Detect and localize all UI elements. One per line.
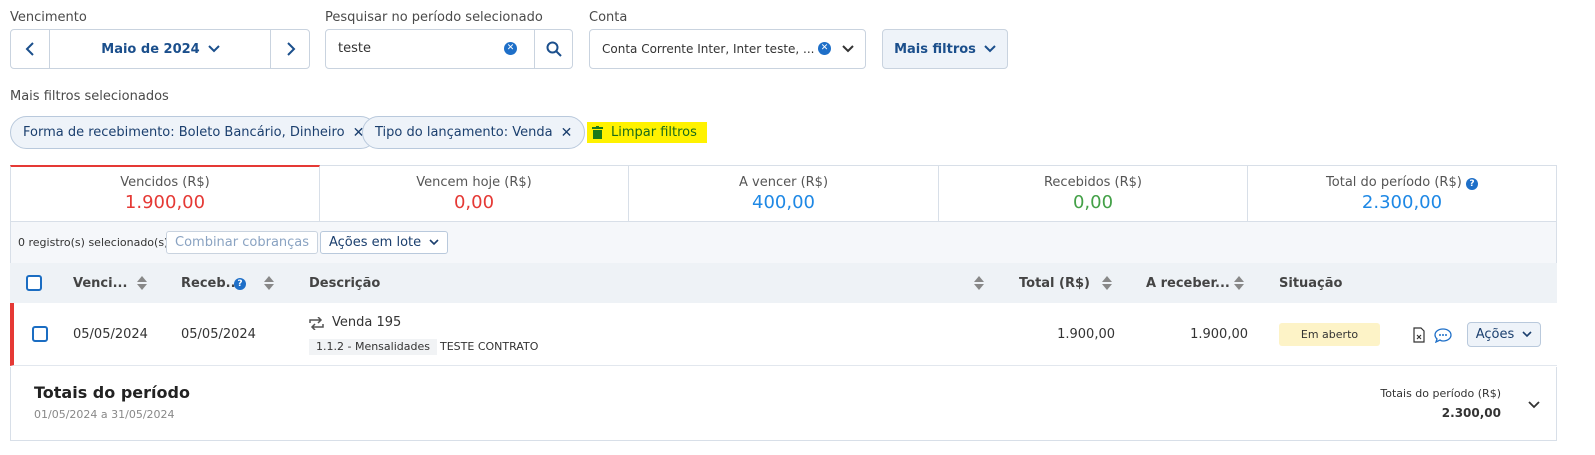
chevron-down-icon — [429, 239, 439, 246]
row-total: 1.900,00 — [1057, 327, 1115, 342]
category-tag: 1.1.2 - Mensalidades — [309, 339, 437, 355]
sort-icon[interactable] — [137, 276, 147, 290]
mais-filtros-button[interactable]: Mais filtros — [882, 29, 1008, 69]
clear-filters-button[interactable]: Limpar filtros — [587, 122, 707, 143]
summary-card-total[interactable]: Total do período (R$) ? 2.300,00 — [1248, 165, 1557, 222]
month-value: Maio de 2024 — [101, 41, 200, 57]
header-situacao: Situação — [1279, 276, 1343, 291]
conta-value: Conta Corrente Inter, Inter teste, ... — [602, 42, 814, 56]
search-input[interactable]: teste — [338, 41, 371, 56]
sort-icon[interactable] — [974, 276, 984, 290]
chevron-down-icon — [1522, 331, 1532, 338]
card-value: 400,00 — [752, 191, 815, 213]
card-value: 0,00 — [1072, 191, 1114, 213]
month-dropdown[interactable]: Maio de 2024 — [51, 30, 270, 68]
totals-panel — [10, 367, 1557, 441]
totals-title: Totais do período — [34, 383, 190, 402]
filter-chip-forma[interactable]: Forma de recebimento: Boleto Bancário, D… — [10, 116, 378, 149]
mais-filtros-label: Mais filtros — [894, 41, 976, 57]
search-button[interactable] — [534, 30, 573, 68]
chevron-down-icon — [842, 45, 854, 53]
chevron-down-icon — [984, 45, 996, 53]
header-vencimento[interactable]: Venci... — [73, 276, 127, 291]
row-a-receber: 1.900,00 — [1190, 327, 1248, 342]
card-title: Recebidos (R$) — [1043, 174, 1142, 190]
search-icon — [546, 41, 562, 57]
batch-label: Ações em lote — [329, 235, 422, 250]
sort-icon[interactable] — [264, 276, 274, 290]
actions-label: Ações — [1475, 327, 1515, 342]
chat-icon[interactable] — [1434, 327, 1452, 343]
combine-button[interactable]: Combinar cobranças — [166, 231, 319, 254]
header-recebimento[interactable]: Receb... — [181, 276, 240, 291]
summary-card-vencem-hoje[interactable]: Vencem hoje (R$) 0,00 — [320, 165, 629, 222]
sort-icon[interactable] — [1234, 276, 1244, 290]
month-selector: Maio de 2024 — [10, 29, 310, 69]
card-value: 0,00 — [453, 191, 495, 213]
selected-count: 0 registro(s) selecionado(s) — [18, 236, 169, 249]
selected-filters-title: Mais filtros selecionados — [10, 89, 169, 104]
card-value: 1.900,00 — [124, 192, 206, 213]
recurring-icon — [309, 317, 324, 330]
next-month-button[interactable] — [270, 30, 310, 68]
sort-icon[interactable] — [1102, 276, 1112, 290]
summary-card-recebidos[interactable]: Recebidos (R$) 0,00 — [939, 165, 1248, 222]
contract-label: TESTE CONTRATO — [440, 340, 539, 353]
card-title: Total do período (R$) ? — [1326, 175, 1478, 190]
header-a-receber[interactable]: A receber... — [1146, 276, 1230, 291]
summary-card-a-vencer[interactable]: A vencer (R$) 400,00 — [629, 165, 939, 222]
card-title: Vencem hoje (R$) — [416, 174, 532, 190]
status-badge: Em aberto — [1279, 323, 1380, 346]
header-total[interactable]: Total (R$) — [1019, 276, 1090, 291]
prev-month-button[interactable] — [11, 30, 50, 68]
totals-right-value: 2.300,00 — [1441, 406, 1501, 420]
row-vencimento: 05/05/2024 — [73, 327, 148, 342]
vencimento-label: Vencimento — [10, 10, 87, 25]
row-recebimento: 05/05/2024 — [181, 327, 256, 342]
card-value: 2.300,00 — [1361, 191, 1443, 213]
header-descricao[interactable]: Descrição — [309, 276, 380, 291]
summary-card-vencidos[interactable]: Vencidos (R$) 1.900,00 — [10, 165, 320, 222]
card-title: A vencer (R$) — [738, 174, 829, 190]
help-icon[interactable]: ? — [234, 278, 246, 290]
card-title: Vencidos (R$) — [120, 175, 210, 190]
document-icon[interactable] — [1413, 327, 1425, 343]
batch-actions-button[interactable]: Ações em lote — [320, 231, 449, 254]
chip-label: Forma de recebimento: Boleto Bancário, D… — [23, 125, 345, 140]
chip-label: Tipo do lançamento: Venda — [375, 125, 553, 140]
totals-range: 01/05/2024 a 31/05/2024 — [34, 408, 175, 421]
chevron-right-icon — [286, 42, 295, 56]
chevron-down-icon[interactable] — [1528, 401, 1540, 409]
row-checkbox[interactable] — [32, 326, 48, 342]
search-label: Pesquisar no período selecionado — [325, 10, 543, 25]
totals-right-label: Totais do período (R$) — [1380, 387, 1501, 400]
chevron-down-icon — [208, 45, 220, 53]
card-title-text: Total do período (R$) — [1326, 174, 1462, 190]
filter-chip-tipo[interactable]: Tipo do lançamento: Venda ✕ — [362, 116, 586, 149]
close-icon[interactable]: ✕ — [561, 125, 573, 141]
conta-label: Conta — [589, 10, 628, 25]
row-actions-button[interactable]: Ações — [1467, 322, 1541, 347]
chevron-left-icon — [25, 42, 34, 56]
clear-search-icon[interactable]: ✕ — [504, 42, 517, 55]
trash-icon — [592, 126, 603, 139]
search-box: teste ✕ — [325, 29, 573, 69]
row-descricao[interactable]: Venda 195 — [332, 315, 401, 330]
clear-filters-label: Limpar filtros — [611, 125, 697, 140]
select-all-checkbox[interactable] — [26, 275, 42, 291]
clear-conta-icon[interactable]: ✕ — [818, 42, 831, 55]
conta-select[interactable]: Conta Corrente Inter, Inter teste, ... ✕ — [589, 29, 866, 69]
help-icon[interactable]: ? — [1465, 177, 1478, 190]
